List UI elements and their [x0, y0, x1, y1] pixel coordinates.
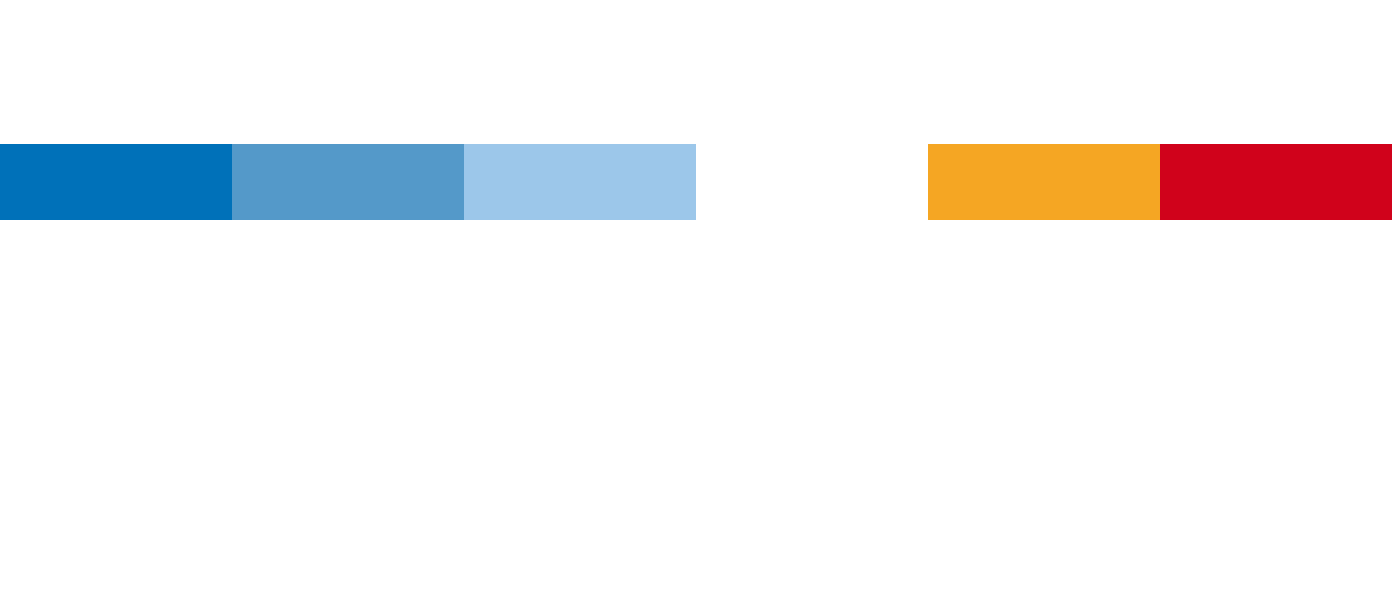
swatch-medium-blue [232, 144, 464, 220]
swatch-orange [928, 144, 1160, 220]
swatch-dark-blue [0, 144, 232, 220]
swatch-light-blue [464, 144, 696, 220]
color-scale-bar [0, 144, 1392, 220]
swatch-white [696, 144, 928, 220]
swatch-red [1160, 144, 1392, 220]
